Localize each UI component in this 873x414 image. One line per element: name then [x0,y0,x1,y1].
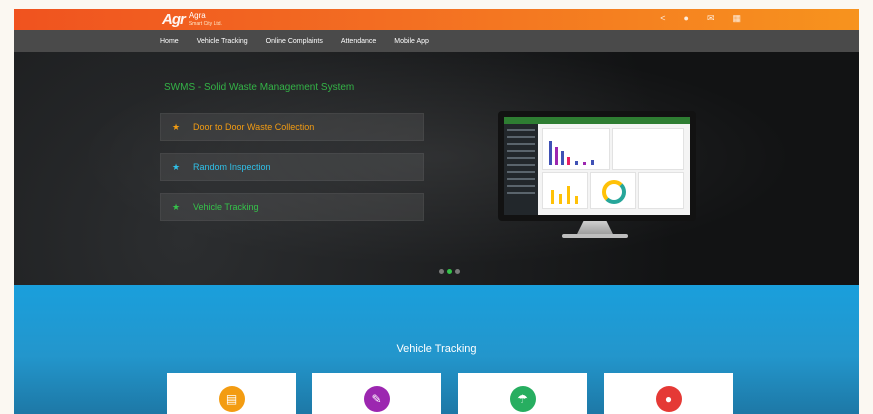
page: Agr Agra Smart City Ltd. < ● ✉ ▦ Home Ve… [14,9,859,414]
top-bar: Agr Agra Smart City Ltd. < ● ✉ ▦ [14,9,859,30]
dashboard-monitor-image [498,111,696,221]
feature-tile[interactable]: ● [604,373,733,414]
mail-icon[interactable]: ✉ [707,13,715,24]
star-icon: ★ [171,121,181,132]
logo-name: Agra [188,10,206,20]
grid-icon[interactable]: ▦ [732,13,741,24]
section-title: Vehicle Tracking [396,343,477,355]
navbar: Home Vehicle Tracking Online Complaints … [14,30,859,52]
nav-item-vehicle-tracking[interactable]: Vehicle Tracking [197,38,248,45]
slider-indicators [439,269,460,274]
truck-icon: ▤ [218,386,245,412]
edit-icon: ✎ [363,386,390,412]
slider-dot[interactable] [439,269,444,274]
top-icons: < ● ✉ ▦ [660,13,741,24]
logo-subtitle: Smart City Ltd. [188,20,222,27]
feature-random-inspection[interactable]: ★ Random Inspection [160,153,424,181]
slider-dot[interactable] [455,269,460,274]
hero-title: SWMS - Solid Waste Management System [164,82,355,93]
user-icon: ● [655,386,682,412]
feature-vehicle-tracking[interactable]: ★ Vehicle Tracking [160,193,424,221]
feature-label: Vehicle Tracking [193,202,259,212]
nav-item-online-complaints[interactable]: Online Complaints [266,38,323,45]
slider-dot-active[interactable] [447,269,452,274]
dashboard-screenshot [504,117,690,215]
feature-label: Random Inspection [193,162,271,172]
feature-tile[interactable]: ☂ [458,373,587,414]
nav-item-attendance[interactable]: Attendance [341,38,376,45]
user-icon[interactable]: ● [684,13,689,24]
star-icon: ★ [171,161,181,172]
feature-tile[interactable]: ✎ [312,373,441,414]
logo[interactable]: Agr Agra Smart City Ltd. [162,10,222,29]
feature-tile[interactable]: ▤ [167,373,296,414]
main-nav: Home Vehicle Tracking Online Complaints … [160,30,429,52]
star-icon: ★ [171,201,181,212]
feature-door-to-door[interactable]: ★ Door to Door Waste Collection [160,113,424,141]
share-icon[interactable]: < [660,13,665,24]
feature-label: Door to Door Waste Collection [193,122,315,132]
hero-slider: SWMS - Solid Waste Management System ★ D… [14,52,859,285]
nav-item-home[interactable]: Home [160,38,179,45]
nav-item-mobile-app[interactable]: Mobile App [394,38,429,45]
umbrella-icon: ☂ [509,386,536,412]
vehicle-tracking-section: Vehicle Tracking ▤ ✎ ☂ ● [14,285,859,414]
logo-mark: Agr [162,11,186,28]
